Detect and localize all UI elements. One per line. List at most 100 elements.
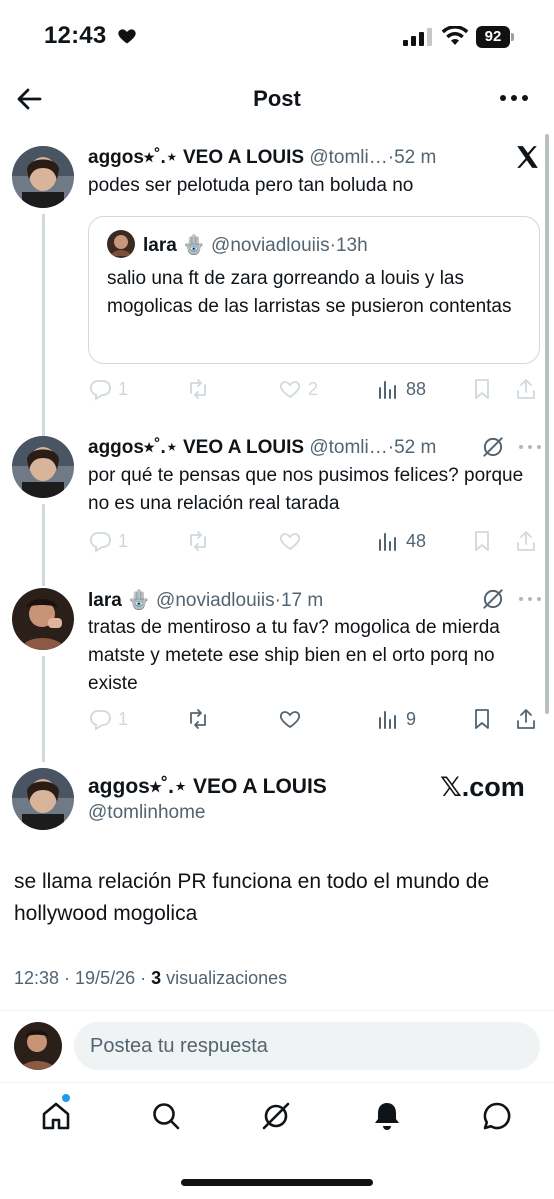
bookmark-icon [475, 379, 489, 399]
views-chart-icon [379, 711, 396, 729]
message-icon [483, 1102, 511, 1130]
tweet-actions: 1 9 [88, 704, 548, 734]
quote-text: salio una ft de zara gorreando a louis y… [107, 268, 512, 317]
heart-icon [118, 29, 136, 44]
heart-outline-icon [279, 381, 301, 399]
views-count: 9 [406, 708, 417, 729]
views-chart-icon [379, 381, 396, 399]
timestamp[interactable]: 52 m [394, 147, 436, 168]
tweet-text: por qué te pensas que nos pusimos felice… [88, 465, 524, 514]
home-indicator[interactable] [181, 1179, 373, 1186]
battery-tip [511, 33, 514, 41]
timestamp[interactable]: 52 m [394, 437, 436, 458]
bookmark-button[interactable] [470, 526, 494, 556]
repost-button[interactable] [186, 704, 210, 734]
views-label: visualizaciones [161, 968, 288, 988]
like-button[interactable]: 2 [278, 374, 318, 404]
repost-button[interactable] [186, 526, 210, 556]
reply-button[interactable]: 1 [88, 526, 128, 556]
tab-notifications[interactable] [370, 1099, 404, 1133]
views-count: 3 [151, 968, 162, 988]
share-button[interactable] [514, 374, 538, 404]
more-options-icon[interactable] [498, 86, 530, 110]
display-name[interactable]: aggos⭒˚.⋆ VEO A LOUIS [88, 147, 304, 168]
more-options-icon[interactable] [517, 589, 543, 609]
display-name[interactable]: aggos⭒˚.⋆ VEO A LOUIS [88, 774, 327, 799]
tab-grok[interactable] [259, 1099, 293, 1133]
avatar[interactable] [12, 768, 74, 830]
heart-outline-icon [279, 711, 301, 729]
grok-icon[interactable] [480, 434, 506, 460]
search-icon [153, 1103, 180, 1130]
tweet-actions: 1 48 [88, 526, 548, 556]
reply-button[interactable]: 1 [88, 704, 128, 734]
avatar[interactable] [12, 436, 74, 498]
share-icon [517, 379, 535, 399]
thread-tweet[interactable]: aggos⭒˚.⋆ VEO A LOUIS @tomli…·52 m por q… [0, 430, 554, 560]
quote-avatar[interactable] [107, 230, 135, 258]
share-icon [517, 709, 535, 729]
reply-icon [89, 710, 111, 731]
notification-dot [62, 1094, 70, 1102]
signal-icon [403, 28, 432, 46]
bell-icon [375, 1103, 399, 1130]
quote-timestamp: 13h [335, 235, 368, 256]
status-time: 12:43 [44, 22, 107, 49]
reply-count: 1 [118, 708, 129, 729]
timestamp[interactable]: 17 m [281, 590, 323, 611]
reply-count: 1 [118, 378, 129, 399]
username[interactable]: @tomlinhome [88, 802, 206, 824]
like-count: 2 [308, 378, 319, 399]
x-logo-icon[interactable] [514, 144, 540, 170]
quoted-tweet[interactable]: lara 🪬 @noviadlouiis·13h salio una ft de… [88, 216, 540, 364]
thread-tweet[interactable]: lara 🪬 @noviadlouiis·17 m tratas de ment… [0, 582, 554, 742]
share-button[interactable] [514, 704, 538, 734]
display-name[interactable]: aggos⭒˚.⋆ VEO A LOUIS [88, 437, 304, 458]
divider [0, 1010, 554, 1011]
more-options-icon[interactable] [517, 437, 543, 457]
bookmark-button[interactable] [470, 704, 494, 734]
bookmark-button[interactable] [470, 374, 494, 404]
battery-level: 92 [476, 26, 510, 48]
tweet-actions: 1 2 88 [88, 374, 548, 404]
avatar[interactable] [12, 588, 74, 650]
tweet-header: lara 🪬 @noviadlouiis·17 m [88, 588, 323, 612]
page-title: Post [253, 86, 301, 111]
grok-icon[interactable] [480, 586, 506, 612]
views-button[interactable]: 48 [376, 526, 426, 556]
reply-icon [89, 532, 111, 553]
tweet-text: podes ser pelotuda pero tan boluda no [88, 175, 414, 196]
username[interactable]: @tomli… [309, 147, 387, 168]
battery-indicator: 92 [476, 26, 516, 48]
like-button[interactable] [278, 704, 302, 734]
tab-messages[interactable] [480, 1099, 514, 1133]
reply-input[interactable] [74, 1022, 540, 1070]
user-avatar[interactable] [14, 1022, 62, 1070]
views-button[interactable]: 88 [376, 374, 426, 404]
repost-icon [190, 531, 206, 551]
quote-username: @noviadlouiis [211, 235, 330, 256]
thread-tweet[interactable]: aggos⭒˚.⋆ VEO A LOUIS @tomli…·52 m podes… [0, 140, 554, 420]
reply-icon [89, 380, 111, 401]
home-icon [42, 1102, 70, 1130]
status-bar: 12:43 92 [0, 0, 554, 72]
tab-search[interactable] [149, 1099, 183, 1133]
reply-button[interactable]: 1 [88, 374, 128, 404]
tab-home[interactable] [39, 1099, 73, 1133]
quote-header: lara 🪬 @noviadlouiis·13h [143, 233, 368, 257]
tweet-text: tratas de mentiroso a tu fav? mogolica d… [88, 617, 500, 694]
tweet-meta: 12:38 · 19/5/26 · 3 visualizaciones [14, 968, 287, 989]
grok-icon [262, 1102, 290, 1130]
repost-icon [190, 379, 206, 399]
views-chart-icon [379, 533, 396, 551]
nav-bar: Post [0, 72, 554, 126]
share-button[interactable] [514, 526, 538, 556]
username[interactable]: @tomli… [309, 437, 387, 458]
username[interactable]: @noviadlouiis [156, 590, 275, 611]
repost-button[interactable] [186, 374, 210, 404]
avatar[interactable] [12, 146, 74, 208]
like-button[interactable] [278, 526, 302, 556]
display-name[interactable]: lara 🪬 [88, 590, 151, 611]
share-icon [517, 531, 535, 551]
views-button[interactable]: 9 [376, 704, 416, 734]
